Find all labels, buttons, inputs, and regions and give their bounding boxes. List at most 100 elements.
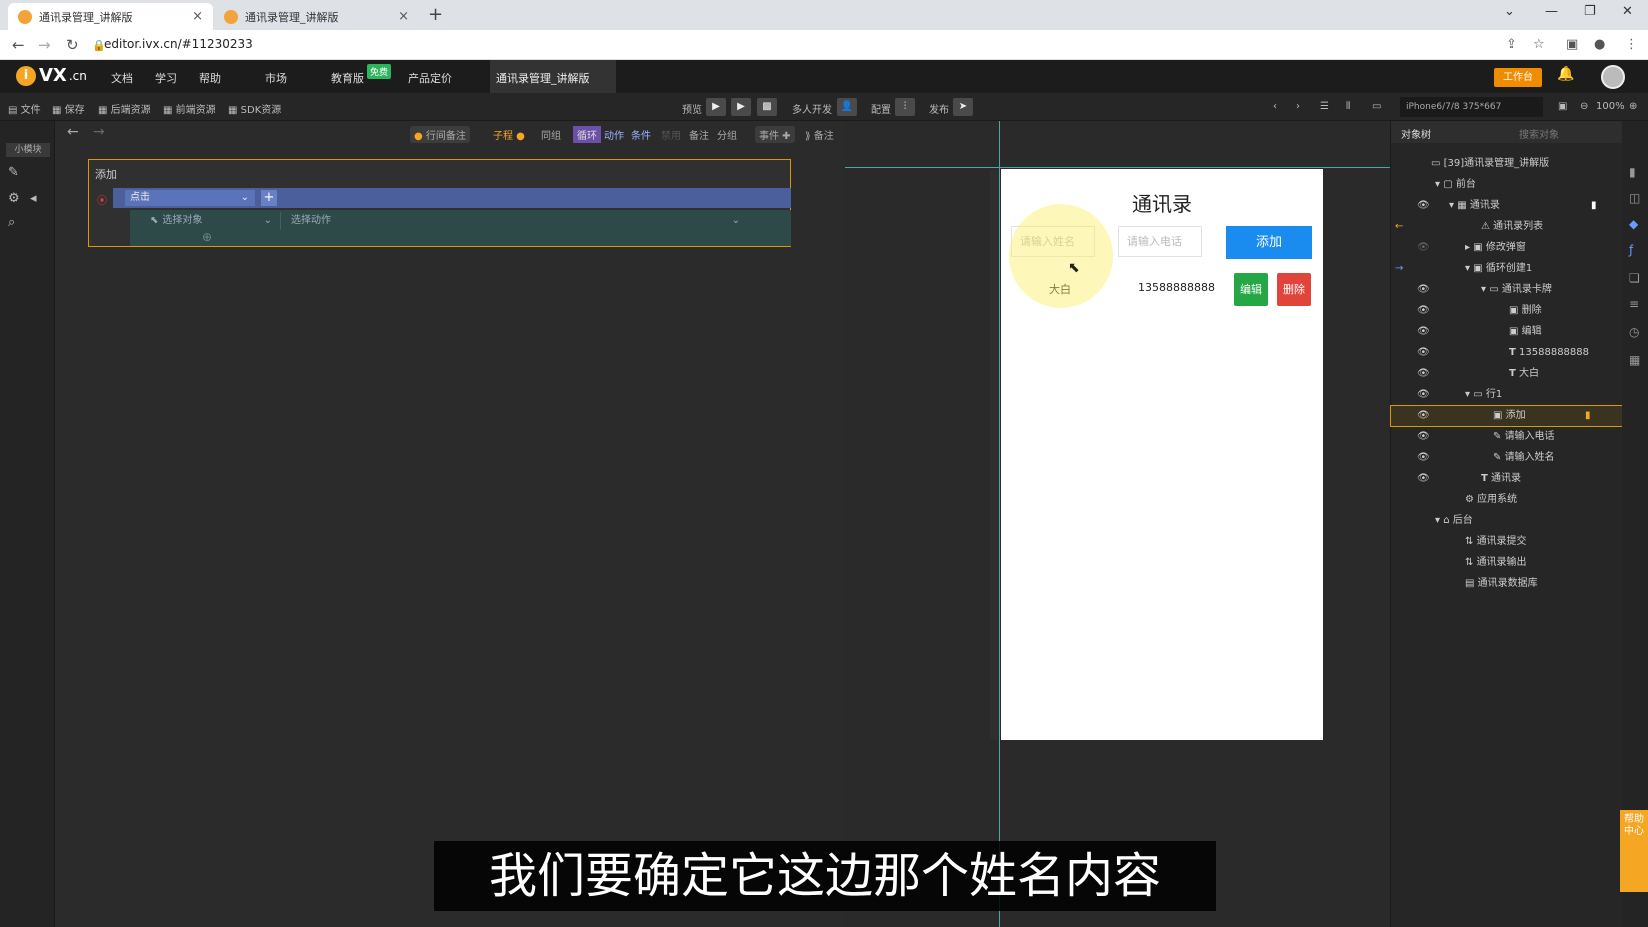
row-note-toggle[interactable]: ● 行间备注 — [410, 126, 470, 143]
annotation-button[interactable]: ⟫ 备注 — [805, 127, 834, 142]
eye-icon[interactable]: 👁 — [1417, 301, 1430, 321]
function-icon[interactable]: ƒ — [1629, 243, 1633, 257]
select-object-dropdown[interactable]: ⬉ 选择对象 ⌄ — [138, 212, 278, 230]
project-tab[interactable]: 通讯录管理_讲解版 — [490, 60, 616, 93]
eye-icon[interactable]: 👁 — [1417, 427, 1430, 447]
phone-input[interactable]: 请输入电话 — [1118, 226, 1202, 257]
menu-market[interactable]: 市场 — [265, 70, 287, 86]
bookmark-star-icon[interactable]: ☆ — [1533, 37, 1545, 52]
toolbar-frontend-resource[interactable]: ▦ 前端资源 — [163, 101, 216, 116]
send-icon[interactable]: ➤ — [953, 98, 973, 116]
bookmark-icon[interactable]: ▮ — [1629, 165, 1636, 179]
toolbar-backend-resource[interactable]: ▦ 后端资源 — [98, 101, 151, 116]
disable-button[interactable]: 禁用 — [661, 127, 681, 142]
tree-item-delete[interactable]: 👁 ▣ 删除 — [1391, 301, 1623, 321]
layers-icon[interactable]: ◫ — [1629, 191, 1640, 205]
tree-item-name-text[interactable]: 👁 T 大白 — [1391, 364, 1623, 384]
tree-item-title-text[interactable]: 👁 T 通讯录 — [1391, 469, 1623, 489]
add-action-icon[interactable]: ⊕ — [202, 230, 212, 244]
toolbar-sdk-resource[interactable]: ▦ SDK资源 — [228, 101, 281, 116]
tree-item-edit-popup[interactable]: 👁 ▸ ▣ 修改弹窗 — [1391, 238, 1623, 258]
note-button[interactable]: 备注 — [689, 127, 709, 142]
menu-dots-icon[interactable]: ⋮ — [1625, 37, 1638, 52]
eye-icon[interactable]: 👁 — [1417, 406, 1430, 426]
tree-item-page-contacts[interactable]: 👁 ▾ ▦ 通讯录 ▮ — [1391, 196, 1623, 216]
eye-icon[interactable]: 👁 — [1417, 322, 1430, 342]
tree-item-contact-list[interactable]: ← ⚠ 通讯录列表 — [1391, 217, 1623, 237]
action-button[interactable]: 动作 — [604, 127, 624, 142]
help-center-tab[interactable]: 帮助中心 — [1620, 810, 1648, 892]
settings-sliders-icon[interactable]: ⚙ — [8, 191, 20, 206]
play-alt-icon[interactable]: ▶ — [731, 98, 751, 116]
undo-icon[interactable]: ← — [67, 124, 79, 140]
tree-item-phone-input[interactable]: 👁 ✎ 请输入电话 — [1391, 427, 1623, 447]
reload-icon[interactable]: ↻ — [66, 36, 79, 54]
tree-item-backend[interactable]: ▾ ⌂ 后台 — [1391, 511, 1623, 531]
tree-item-contact-output[interactable]: ⇅ 通讯录输出 — [1391, 553, 1623, 573]
share-icon[interactable]: ⇪ — [1506, 37, 1517, 52]
chevron-right-icon[interactable]: › — [1296, 101, 1300, 112]
trigger-select[interactable]: 点击 ⌄ — [125, 190, 255, 206]
tab-search-icon[interactable]: ⌄ — [1504, 4, 1515, 19]
tree-item-add-selected[interactable]: 👁 ▣ 添加 ▮ — [1390, 405, 1624, 427]
tree-item-app-system[interactable]: ⚙ 应用系统 — [1391, 490, 1623, 510]
menu-pricing[interactable]: 产品定价 — [408, 70, 452, 86]
event-add-button[interactable]: 事件 ✚ — [755, 126, 795, 143]
user-icon[interactable]: 👤 — [837, 98, 857, 116]
search-code-icon[interactable]: ⌕ — [8, 215, 15, 230]
small-module-button[interactable]: 小模块 — [6, 143, 50, 157]
tree-item-name-input[interactable]: 👁 ✎ 请输入姓名 — [1391, 448, 1623, 468]
eye-icon[interactable]: 👁 — [1417, 385, 1430, 405]
minimize-icon[interactable]: — — [1545, 4, 1558, 19]
tree-item-frontend[interactable]: ▾ ▢ 前台 — [1391, 175, 1623, 195]
tree-search-input[interactable]: 搜索对象 — [1519, 126, 1559, 141]
eye-icon[interactable]: 👁 — [1417, 364, 1430, 384]
toolbar-save[interactable]: ▦ 保存 — [52, 101, 85, 116]
copy-icon[interactable]: ❏ — [1629, 271, 1640, 285]
browser-tab-active[interactable]: 通讯录管理_讲解版 × — [8, 3, 213, 30]
eye-icon[interactable]: 👁 — [1417, 280, 1430, 300]
tab-object-tree[interactable]: 对象树 — [1401, 126, 1431, 141]
align-left-icon[interactable]: ☰ — [1320, 101, 1329, 112]
breakpoint-icon[interactable]: ⦿ — [97, 192, 107, 207]
redo-icon[interactable]: → — [93, 124, 105, 140]
menu-learn[interactable]: 学习 — [155, 70, 177, 86]
tree-item-loop-create[interactable]: → ▾ ▣ 循环创建1 — [1391, 259, 1623, 279]
edit-icon[interactable]: ✎ — [8, 165, 19, 180]
bell-icon[interactable]: 🔔 — [1557, 66, 1574, 82]
menu-education[interactable]: 教育版 — [331, 70, 364, 86]
workbench-button[interactable]: 工作台 — [1494, 68, 1542, 87]
device-select[interactable]: iPhone6/7/8 375*667 — [1400, 97, 1543, 117]
grid-icon[interactable]: ▦ — [1629, 353, 1640, 367]
fit-icon[interactable]: ▣ — [1558, 101, 1567, 112]
sync-group-button[interactable]: 同组 — [541, 127, 561, 142]
history-icon[interactable]: ◷ — [1629, 325, 1639, 339]
add-button[interactable]: 添加 — [1226, 226, 1312, 259]
group-button[interactable]: 分组 — [717, 127, 737, 142]
tab-close-icon[interactable]: × — [192, 9, 203, 24]
profile-icon[interactable]: ● — [1594, 37, 1605, 52]
zoom-in-icon[interactable]: ⊕ — [1629, 101, 1637, 112]
avatar[interactable] — [1601, 65, 1625, 89]
back-icon[interactable]: ← — [12, 36, 25, 54]
tree-item-edit[interactable]: 👁 ▣ 编辑 — [1391, 322, 1623, 342]
tree-item-row1[interactable]: 👁 ▾ ▭ 行1 — [1391, 385, 1623, 405]
tree-item-contact-submit[interactable]: ⇅ 通讯录提交 — [1391, 532, 1623, 552]
tree-item-contact-db[interactable]: ▤ 通讯录数据库 — [1391, 574, 1623, 594]
tree-item-contact-card[interactable]: 👁 ▾ ▭ 通讯录卡牌 — [1391, 280, 1623, 300]
tree-item-project[interactable]: ▭ [39]通讯录管理_讲解版 — [1391, 154, 1623, 174]
tab-close-icon[interactable]: × — [398, 9, 409, 24]
delete-button[interactable]: 删除 — [1277, 273, 1311, 306]
sound-icon[interactable]: ◂ — [30, 191, 37, 206]
sidepanel-icon[interactable]: ▣ — [1566, 37, 1578, 52]
event-block[interactable]: 添加 ⦿ 点击 ⌄ + ⬉ 选择对象 ⌄ 选择动作 ⌄ ⊕ — [88, 159, 791, 247]
monitor-icon[interactable]: ▭ — [1372, 101, 1381, 112]
eye-icon[interactable]: 👁 — [1417, 343, 1430, 363]
play-icon[interactable]: ▶ — [706, 98, 726, 116]
edit-button[interactable]: 编辑 — [1234, 273, 1268, 306]
sub-toggle[interactable]: 子程 ● — [493, 127, 525, 142]
new-tab-button[interactable]: + — [428, 4, 443, 25]
menu-docs[interactable]: 文档 — [111, 70, 133, 86]
eye-icon[interactable]: 👁 — [1417, 469, 1430, 489]
zoom-out-icon[interactable]: ⊖ — [1580, 101, 1588, 112]
